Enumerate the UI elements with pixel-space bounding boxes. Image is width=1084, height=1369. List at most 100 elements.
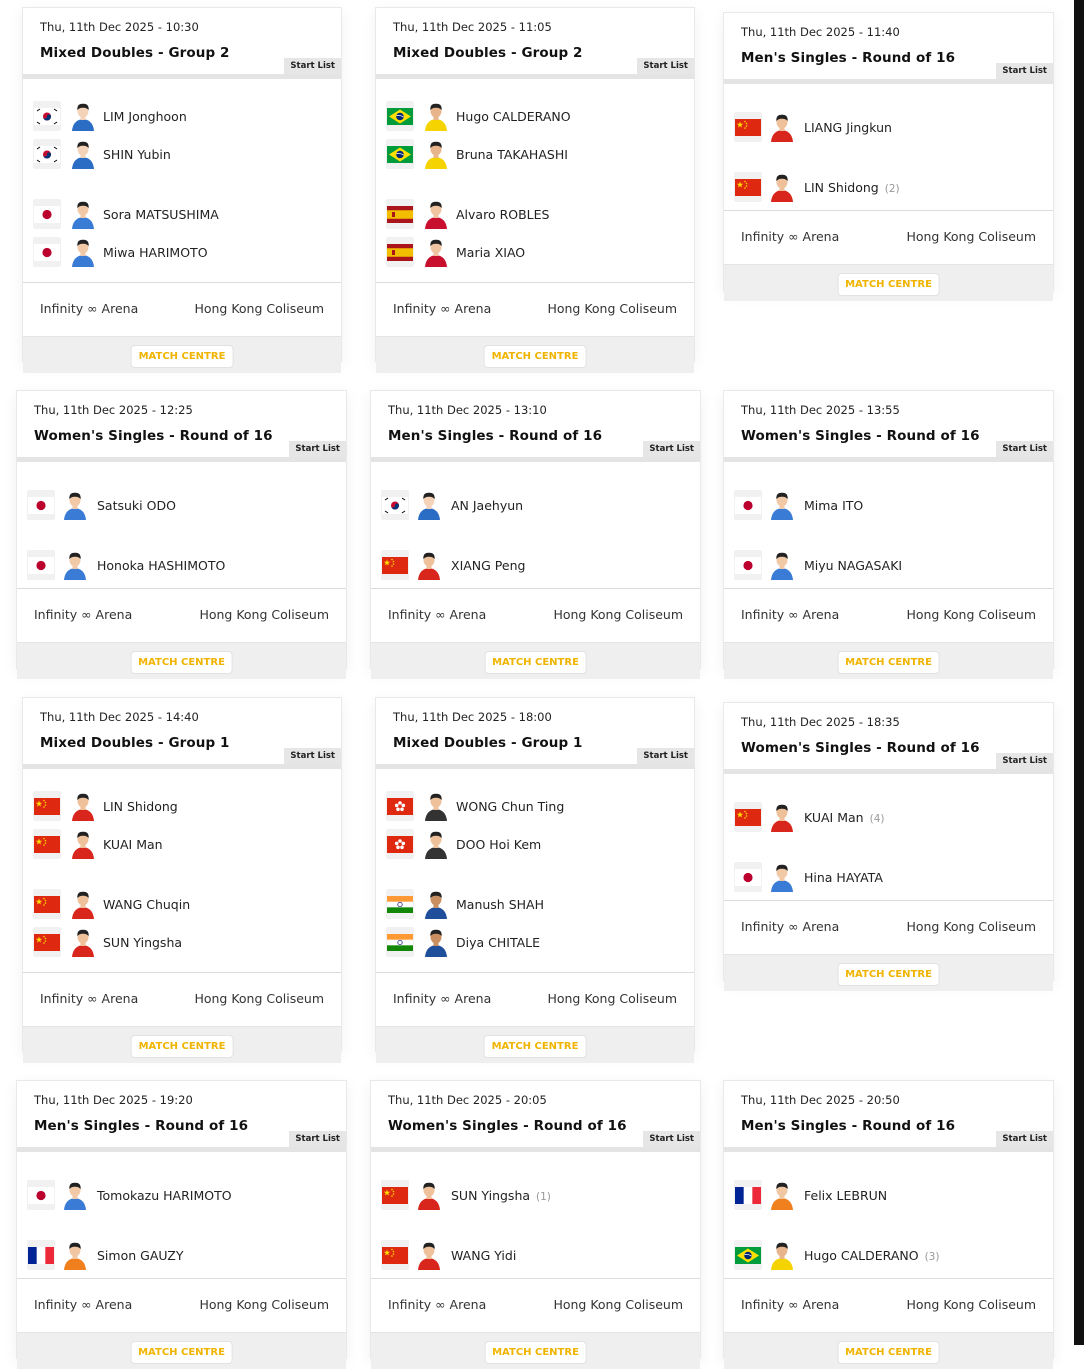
player-row[interactable]: Hugo CALDERANO xyxy=(376,101,694,131)
match-centre-button[interactable]: MATCH CENTRE xyxy=(837,963,940,986)
player-row[interactable]: LIN Shidong (2) xyxy=(724,172,1053,202)
player-name[interactable]: XIANG Peng xyxy=(451,558,525,573)
scrollbar[interactable] xyxy=(1070,0,1084,1345)
start-list-button[interactable]: Start List xyxy=(643,441,700,457)
start-list-button[interactable]: Start List xyxy=(996,63,1053,79)
player-name[interactable]: AN Jaehyun xyxy=(451,498,523,513)
player-name[interactable]: WANG Chuqin xyxy=(103,897,190,912)
player-row[interactable]: Miwa HARIMOTO xyxy=(23,237,341,267)
player-name[interactable]: Honoka HASHIMOTO xyxy=(97,558,225,573)
player-name[interactable]: SUN Yingsha xyxy=(103,935,182,950)
india-flag-icon xyxy=(387,895,413,913)
player-row[interactable]: Bruna TAKAHASHI xyxy=(376,139,694,169)
start-list-button[interactable]: Start List xyxy=(996,1131,1053,1147)
start-list-button[interactable]: Start List xyxy=(284,58,341,74)
card-header: Thu, 11th Dec 2025 - 19:20 Men's Singles… xyxy=(17,1081,346,1147)
player-row[interactable]: Alvaro ROBLES xyxy=(376,199,694,229)
match-centre-button[interactable]: MATCH CENTRE xyxy=(130,1035,234,1058)
player-row[interactable]: Tomokazu HARIMOTO xyxy=(17,1180,346,1210)
match-centre-button[interactable]: MATCH CENTRE xyxy=(837,1341,940,1364)
player-name[interactable]: Maria XIAO xyxy=(456,245,525,260)
match-centre-button[interactable]: MATCH CENTRE xyxy=(484,1341,587,1364)
player-row[interactable]: KUAI Man xyxy=(23,829,341,859)
match-centre-button[interactable]: MATCH CENTRE xyxy=(837,273,940,296)
start-list-button[interactable]: Start List xyxy=(637,58,694,74)
player-seed: (4) xyxy=(869,813,885,825)
player-name[interactable]: Mima ITO xyxy=(804,498,863,513)
match-centre-button[interactable]: MATCH CENTRE xyxy=(130,345,234,368)
card-footer: MATCH CENTRE xyxy=(17,1333,346,1369)
player-name-text: Miyu NAGASAKI xyxy=(804,558,903,573)
player-name[interactable]: Felix LEBRUN xyxy=(804,1188,887,1203)
player-row[interactable]: WANG Chuqin xyxy=(23,889,341,919)
match-centre-button[interactable]: MATCH CENTRE xyxy=(483,345,587,368)
player-avatar xyxy=(770,490,794,520)
card-header: Thu, 11th Dec 2025 - 20:05 Women's Singl… xyxy=(371,1081,700,1147)
player-row[interactable]: WONG Chun Ting xyxy=(376,791,694,821)
player-row[interactable]: LIM Jonghoon xyxy=(23,101,341,131)
start-list-button[interactable]: Start List xyxy=(996,441,1053,457)
player-name[interactable]: Miyu NAGASAKI xyxy=(804,558,902,573)
player-row[interactable]: SUN Yingsha xyxy=(23,927,341,957)
player-row[interactable]: Sora MATSUSHIMA xyxy=(23,199,341,229)
player-row[interactable]: Hugo CALDERANO (3) xyxy=(724,1240,1053,1270)
start-list-button[interactable]: Start List xyxy=(289,1131,346,1147)
player-name[interactable]: WANG Yidi xyxy=(451,1248,516,1263)
player-row[interactable]: AN Jaehyun xyxy=(371,490,700,520)
player-row[interactable]: Mima ITO xyxy=(724,490,1053,520)
start-list-button[interactable]: Start List xyxy=(637,748,694,764)
player-name[interactable]: DOO Hoi Kem xyxy=(456,837,541,852)
player-name[interactable]: Satsuki ODO xyxy=(97,498,176,513)
player-name[interactable]: KUAI Man (4) xyxy=(804,810,884,825)
player-row[interactable]: LIANG Jingkun xyxy=(724,112,1053,142)
player-avatar xyxy=(424,139,448,169)
match-centre-button[interactable]: MATCH CENTRE xyxy=(484,651,587,674)
player-row[interactable]: Diya CHITALE xyxy=(376,927,694,957)
player-name[interactable]: LIN Shidong xyxy=(103,799,178,814)
player-row[interactable]: Manush SHAH xyxy=(376,889,694,919)
player-name[interactable]: KUAI Man xyxy=(103,837,163,852)
player-row[interactable]: LIN Shidong xyxy=(23,791,341,821)
player-name[interactable]: Bruna TAKAHASHI xyxy=(456,147,568,162)
match-centre-button[interactable]: MATCH CENTRE xyxy=(130,651,233,674)
player-row[interactable]: Miyu NAGASAKI xyxy=(724,550,1053,580)
player-row[interactable]: SUN Yingsha (1) xyxy=(371,1180,700,1210)
match-centre-button[interactable]: MATCH CENTRE xyxy=(483,1035,587,1058)
player-row[interactable]: Satsuki ODO xyxy=(17,490,346,520)
player-row[interactable]: Maria XIAO xyxy=(376,237,694,267)
player-name[interactable]: Hina HAYATA xyxy=(804,870,883,885)
player-name[interactable]: Sora MATSUSHIMA xyxy=(103,207,219,222)
start-list-button[interactable]: Start List xyxy=(284,748,341,764)
player-row[interactable]: DOO Hoi Kem xyxy=(376,829,694,859)
player-name[interactable]: Manush SHAH xyxy=(456,897,544,912)
player-name[interactable]: Alvaro ROBLES xyxy=(456,207,549,222)
player-row[interactable]: Hina HAYATA xyxy=(724,862,1053,892)
player-name[interactable]: LIANG Jingkun xyxy=(804,120,892,135)
player-row[interactable]: XIANG Peng xyxy=(371,550,700,580)
player-name[interactable]: Diya CHITALE xyxy=(456,935,540,950)
start-list-button[interactable]: Start List xyxy=(289,441,346,457)
start-list-button[interactable]: Start List xyxy=(996,753,1053,769)
player-name[interactable]: Simon GAUZY xyxy=(97,1248,184,1263)
player-row[interactable]: Simon GAUZY xyxy=(17,1240,346,1270)
venue-location: Hong Kong Coliseum xyxy=(906,607,1036,622)
start-list-button[interactable]: Start List xyxy=(643,1131,700,1147)
match-centre-button[interactable]: MATCH CENTRE xyxy=(837,651,940,674)
player-row[interactable]: WANG Yidi xyxy=(371,1240,700,1270)
player-row[interactable]: Honoka HASHIMOTO xyxy=(17,550,346,580)
player-name[interactable]: Hugo CALDERANO (3) xyxy=(804,1248,939,1263)
player-name[interactable]: LIN Shidong (2) xyxy=(804,180,900,195)
player-row[interactable]: Felix LEBRUN xyxy=(724,1180,1053,1210)
player-name[interactable]: WONG Chun Ting xyxy=(456,799,564,814)
player-name[interactable]: Tomokazu HARIMOTO xyxy=(97,1188,232,1203)
player-row[interactable]: SHIN Yubin xyxy=(23,139,341,169)
player-name[interactable]: Miwa HARIMOTO xyxy=(103,245,208,260)
player-name[interactable]: SHIN Yubin xyxy=(103,147,171,162)
player-name[interactable]: SUN Yingsha (1) xyxy=(451,1188,551,1203)
player-avatar xyxy=(770,172,794,202)
player-name[interactable]: LIM Jonghoon xyxy=(103,109,187,124)
match-centre-button[interactable]: MATCH CENTRE xyxy=(130,1341,233,1364)
player-row[interactable]: KUAI Man (4) xyxy=(724,802,1053,832)
player-name[interactable]: Hugo CALDERANO xyxy=(456,109,571,124)
player-name-text: Bruna TAKAHASHI xyxy=(456,147,568,162)
